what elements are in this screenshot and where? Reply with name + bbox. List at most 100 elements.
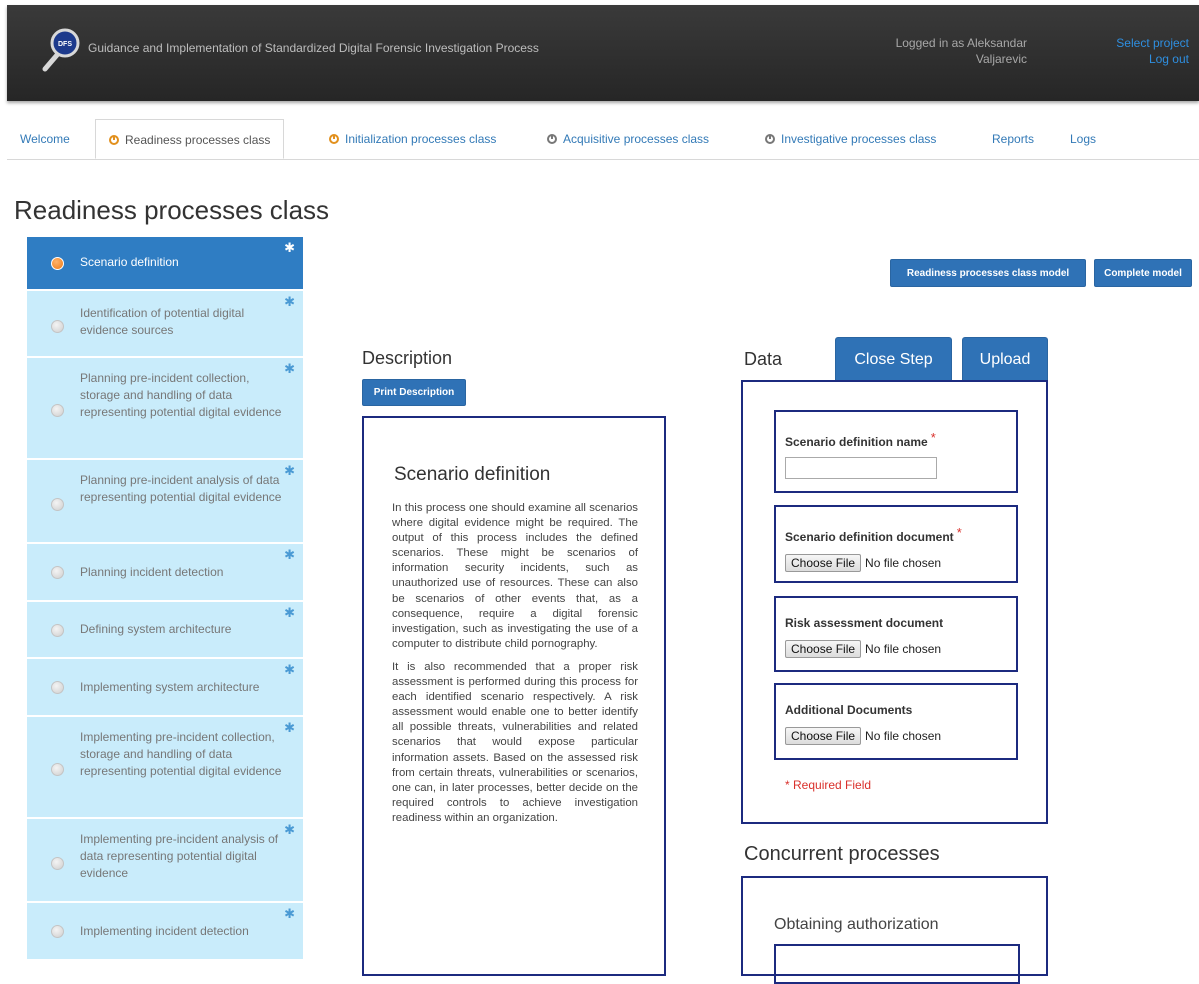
concurrent-heading: Concurrent processes: [744, 843, 940, 865]
tab-label: Initialization processes class: [345, 132, 497, 146]
scenario-document-label: Scenario definition document *: [785, 525, 962, 544]
status-dot-icon: [51, 624, 64, 637]
sidebar-item-implementing-detection[interactable]: Implementing incident detection ✱: [27, 903, 303, 961]
description-heading: Description: [362, 348, 453, 368]
risk-document-label: Risk assessment document: [785, 616, 944, 630]
sidebar-item-label: Implementing pre-incident collection, st…: [80, 730, 282, 778]
sidebar-item-planning-analysis[interactable]: Planning pre-incident analysis of data r…: [27, 460, 303, 544]
tab-label: Acquisitive processes class: [563, 132, 710, 146]
additional-documents-field-group: Additional Documents Choose File No file …: [774, 683, 1018, 760]
header-links: Select project Log out: [1116, 35, 1189, 67]
concurrent-panel: Obtaining authorization: [741, 876, 1048, 984]
tab-logs[interactable]: Logs: [1070, 119, 1096, 159]
status-dot-icon: [51, 763, 64, 776]
scenario-name-label: Scenario definition name *: [785, 430, 936, 449]
required-mark: *: [930, 430, 936, 445]
sidebar-item-label: Planning pre-incident collection, storag…: [80, 371, 282, 419]
print-description-button[interactable]: Print Description: [362, 379, 466, 406]
sidebar-item-planning-detection[interactable]: Planning incident detection ✱: [27, 544, 303, 602]
logo-text: DFS: [58, 41, 72, 48]
description-body: In this process one should examine all s…: [392, 501, 638, 834]
sidebar-item-label: Implementing pre-incident analysis of da…: [80, 832, 279, 880]
status-dot-icon: [51, 857, 64, 870]
asterisk-icon: ✱: [284, 294, 295, 309]
scenario-document-field-group: Scenario definition document * Choose Fil…: [774, 505, 1018, 583]
app-title: Guidance and Implementation of Standardi…: [88, 41, 539, 55]
sidebar-item-label: Defining system architecture: [80, 622, 232, 636]
tab-investigative[interactable]: Investigative processes class: [765, 119, 936, 159]
logout-link[interactable]: Log out: [1116, 51, 1189, 67]
clock-icon: [109, 135, 119, 145]
field-label-text: Scenario definition name: [785, 435, 928, 449]
required-mark: *: [956, 525, 962, 540]
complete-model-button[interactable]: Complete model: [1094, 259, 1192, 287]
concurrent-process-item: Obtaining authorization: [774, 916, 939, 933]
additional-documents-label: Additional Documents: [785, 703, 913, 717]
tab-label: Reports: [992, 132, 1035, 146]
tab-acquisitive[interactable]: Acquisitive processes class: [547, 119, 709, 159]
tab-welcome[interactable]: Welcome: [20, 119, 70, 159]
clock-icon: [329, 134, 339, 144]
choose-file-button[interactable]: Choose File: [785, 554, 862, 572]
clock-icon: [547, 134, 557, 144]
upload-button[interactable]: Upload: [962, 337, 1048, 381]
scenario-name-input[interactable]: [785, 457, 937, 479]
file-picker: Choose File No file chosen: [785, 640, 941, 658]
status-dot-icon: [51, 566, 64, 579]
asterisk-icon: ✱: [284, 605, 295, 620]
description-paragraph: It is also recommended that a proper ris…: [392, 660, 638, 824]
tab-initialization[interactable]: Initialization processes class: [329, 119, 496, 159]
sidebar-item-implementing-analysis[interactable]: Implementing pre-incident analysis of da…: [27, 819, 303, 903]
no-file-text: No file chosen: [865, 642, 942, 656]
logged-in-user: Logged in as Aleksandar Valjarevic: [882, 35, 1027, 67]
asterisk-icon: ✱: [284, 662, 295, 677]
process-class-tabs: Welcome Readiness processes class Initia…: [7, 119, 1199, 160]
tab-readiness[interactable]: Readiness processes class: [95, 119, 285, 159]
process-sidebar: Scenario definition ✱ Identification of …: [27, 237, 303, 961]
sidebar-item-implementing-collection[interactable]: Implementing pre-incident collection, st…: [27, 717, 303, 819]
tab-label: Logs: [1070, 132, 1097, 146]
status-dot-icon: [51, 404, 64, 417]
tab-label: Welcome: [20, 132, 70, 146]
tab-label: Investigative processes class: [781, 132, 937, 146]
tab-label: Readiness processes class: [125, 133, 271, 147]
sidebar-item-implementing-architecture[interactable]: Implementing system architecture ✱: [27, 659, 303, 717]
asterisk-icon: ✱: [284, 906, 295, 921]
app-header: DFS Guidance and Implementation of Stand…: [7, 5, 1199, 101]
field-label-text: Scenario definition document: [785, 530, 954, 544]
clock-icon: [765, 134, 775, 144]
select-project-link[interactable]: Select project: [1116, 35, 1189, 51]
sidebar-item-label: Identification of potential digital evid…: [80, 306, 245, 337]
sidebar-item-planning-collection[interactable]: Planning pre-incident collection, storag…: [27, 358, 303, 460]
sidebar-item-defining-architecture[interactable]: Defining system architecture ✱: [27, 602, 303, 659]
no-file-text: No file chosen: [865, 729, 942, 743]
required-field-note: * Required Field: [785, 778, 872, 792]
magnifier-logo-icon: DFS: [42, 28, 80, 72]
description-paragraph: In this process one should examine all s…: [392, 502, 638, 650]
scenario-name-field-group: Scenario definition name *: [774, 410, 1018, 493]
logged-in-name: Valjarevic: [975, 52, 1027, 66]
class-model-button[interactable]: Readiness processes class model: [890, 259, 1086, 287]
sidebar-item-label: Planning pre-incident analysis of data r…: [80, 473, 282, 504]
data-panel: Scenario definition name * Scenario defin…: [741, 380, 1048, 824]
status-dot-icon: [51, 320, 64, 333]
asterisk-icon: ✱: [284, 240, 295, 255]
file-picker: Choose File No file chosen: [785, 554, 941, 572]
asterisk-icon: ✱: [284, 720, 295, 735]
tab-reports[interactable]: Reports: [992, 119, 1034, 159]
sidebar-item-identification[interactable]: Identification of potential digital evid…: [27, 291, 303, 358]
concurrent-process-box: [774, 944, 1020, 984]
file-picker: Choose File No file chosen: [785, 727, 941, 745]
choose-file-button[interactable]: Choose File: [785, 640, 862, 658]
close-step-button[interactable]: Close Step: [835, 337, 952, 381]
status-dot-icon: [51, 681, 64, 694]
choose-file-button[interactable]: Choose File: [785, 727, 862, 745]
status-dot-icon: [51, 257, 64, 270]
risk-document-field-group: Risk assessment document Choose File No f…: [774, 596, 1018, 672]
asterisk-icon: ✱: [284, 547, 295, 562]
sidebar-item-scenario-definition[interactable]: Scenario definition ✱: [27, 237, 303, 291]
logged-in-label: Logged in as Aleksandar: [895, 36, 1027, 50]
sidebar-item-label: Implementing incident detection: [80, 924, 249, 938]
sidebar-item-label: Planning incident detection: [80, 565, 224, 579]
status-dot-icon: [51, 498, 64, 511]
